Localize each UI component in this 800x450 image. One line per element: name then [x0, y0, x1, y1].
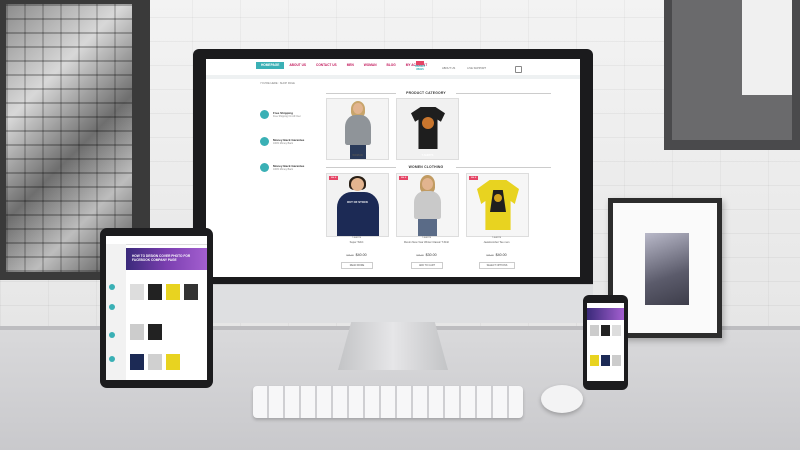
tablet-sidebar	[106, 244, 126, 380]
header-link-about[interactable]: ABOUT US	[442, 67, 455, 70]
phone-product[interactable]	[601, 355, 610, 366]
nav-blog[interactable]: BLOG	[382, 62, 401, 69]
product-name[interactable]: Flexim New Year Winter Classic T-Shirt	[392, 241, 461, 244]
phone-product[interactable]	[612, 355, 621, 366]
category-label: WOMAN	[352, 154, 363, 157]
tablet-product[interactable]	[130, 354, 144, 370]
old-price: $45.00	[416, 254, 424, 257]
cart-icon[interactable]	[515, 66, 522, 73]
top-nav: HOMEPAGE ABOUT US CONTACT US MEN WOMAN B…	[206, 59, 580, 71]
shipping-icon	[260, 110, 269, 119]
header-link-support[interactable]: LIVE SUPPORT	[467, 67, 486, 70]
tablet-product[interactable]	[148, 354, 162, 370]
category-label: T-SHIRTS	[421, 154, 434, 157]
current-price: $40.00	[495, 253, 507, 257]
tablet-banner[interactable]: HOW TO DESIGN COVER PHOTO FOR FACEBOOK C…	[126, 248, 207, 270]
tablet-banner-text: HOW TO DESIGN COVER PHOTO FOR FACEBOOK C…	[132, 254, 191, 262]
tablet-product[interactable]	[148, 284, 162, 300]
add-to-cart-button[interactable]: ADD TO CART	[411, 262, 443, 269]
mouse	[541, 385, 583, 413]
dark-art-frame	[664, 0, 800, 150]
read-more-button[interactable]: READ MORE	[341, 262, 373, 269]
out-of-stock-label: OUT OF STOCK	[346, 200, 369, 204]
category-card-tshirts[interactable]: T-SHIRTS	[396, 98, 459, 160]
brand-name: TRENDY WEBS	[414, 65, 426, 71]
product-category: T-SHIRTS	[421, 237, 432, 239]
feature-money-back-1: Money Back Garantee 100% Money Back	[260, 137, 320, 146]
product-price: $45.00 $40.00	[466, 253, 527, 257]
tablet-product[interactable]	[184, 284, 198, 300]
phone-screen	[587, 303, 624, 381]
product-name[interactable]: Super Tshirt	[326, 241, 387, 244]
product-card[interactable]: SALE	[466, 173, 529, 237]
women-line-right	[456, 167, 551, 168]
money-back-icon	[260, 163, 269, 172]
tablet-product[interactable]	[166, 284, 180, 300]
monitor-screen: HOMEPAGE ABOUT US CONTACT US MEN WOMAN B…	[206, 59, 580, 277]
header-divider	[206, 75, 580, 79]
old-price: $45.00	[486, 254, 494, 257]
sale-badge: SALE	[329, 176, 338, 180]
breadcrumb: YOU'RE HERE : SHOP PAGE	[260, 82, 295, 85]
nav-men[interactable]: MEN	[342, 62, 359, 69]
tablet-product[interactable]	[148, 324, 162, 340]
phone-product[interactable]	[612, 325, 621, 336]
main-menu: HOMEPAGE ABOUT US CONTACT US MEN WOMAN B…	[256, 62, 432, 69]
category-card-woman[interactable]: WOMAN	[326, 98, 389, 160]
phone-banner[interactable]	[587, 308, 624, 320]
product-card[interactable]: SALE	[396, 173, 459, 237]
nav-contact-us[interactable]: CONTACT US	[311, 62, 342, 69]
tablet-product[interactable]	[130, 284, 144, 300]
category-line-right	[456, 93, 551, 94]
header-links: ABOUT US LIVE SUPPORT	[442, 67, 498, 70]
nav-woman[interactable]: WOMAN	[359, 62, 382, 69]
women-line-left	[326, 167, 396, 168]
old-price: $45.00	[346, 254, 354, 257]
tablet-screen: HOW TO DESIGN COVER PHOTO FOR FACEBOOK C…	[106, 236, 207, 380]
tablet-product[interactable]	[130, 324, 144, 340]
money-back-icon	[260, 137, 269, 146]
nav-homepage[interactable]: HOMEPAGE	[256, 62, 285, 69]
current-price: $30.00	[425, 253, 437, 257]
category-title: PRODUCT CATEGORY	[406, 91, 446, 95]
tower-photo	[645, 233, 689, 305]
monitor-stand	[338, 322, 448, 370]
product-card[interactable]: SALE OUT OF STOCK	[326, 173, 389, 237]
sale-badge: SALE	[469, 176, 478, 180]
product-name[interactable]: Jewelcomber Tee men	[466, 241, 527, 244]
feature-free-shipping: Free Shipping Free Shipping On All Over	[260, 110, 320, 119]
site-logo[interactable]: TRENDY WEBS	[411, 61, 429, 71]
keyboard	[253, 386, 523, 418]
monitor-chin	[193, 284, 593, 323]
phone-product[interactable]	[590, 325, 599, 336]
current-price: $40.00	[355, 253, 367, 257]
product-category: T-SHIRTS	[351, 237, 362, 239]
tablet-product[interactable]	[166, 354, 180, 370]
phone-product[interactable]	[601, 325, 610, 336]
product-price: $45.00 $40.00	[326, 253, 387, 257]
product-price: $45.00 $30.00	[396, 253, 457, 257]
sale-badge: SALE	[399, 176, 408, 180]
select-options-button[interactable]: SELECT OPTIONS	[479, 262, 515, 269]
women-title: WOMEN CLOTHING	[408, 165, 444, 169]
feature-money-back-2: Money Back Garantee 100% Money Back	[260, 163, 320, 172]
phone-product[interactable]	[590, 355, 599, 366]
category-line-left	[326, 93, 396, 94]
product-category: T-SHIRTS	[491, 237, 502, 239]
nav-about-us[interactable]: ABOUT US	[284, 62, 311, 69]
